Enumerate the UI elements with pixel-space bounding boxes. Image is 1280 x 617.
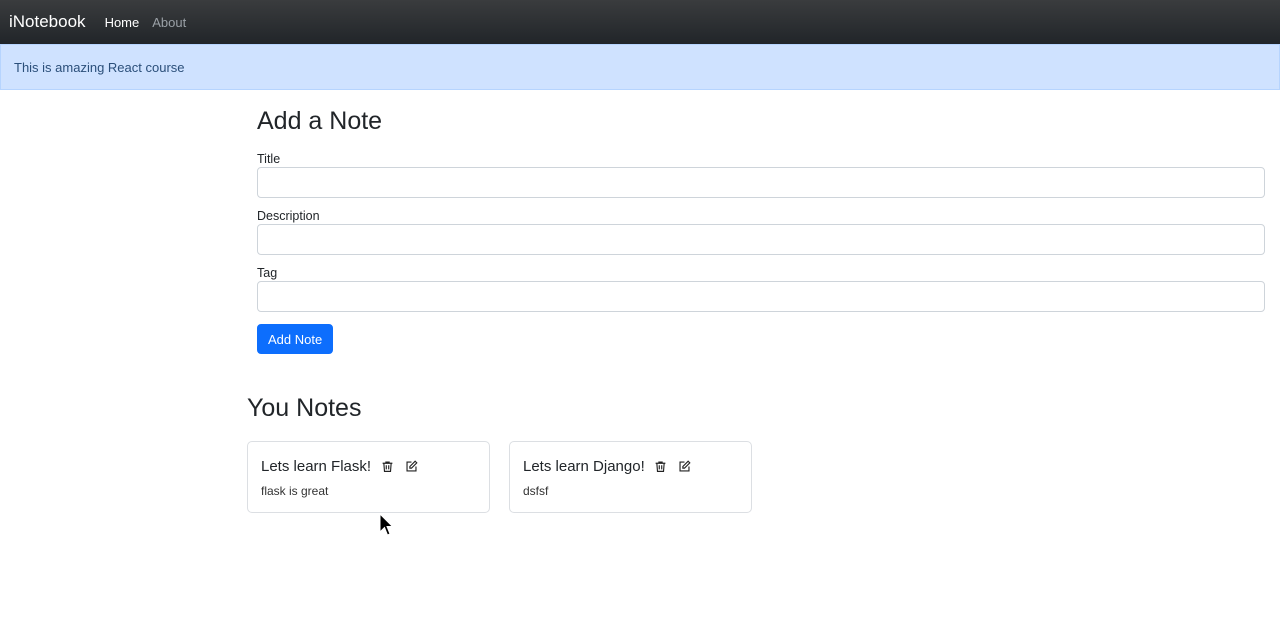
navbar: iNotebook Home About — [0, 0, 1280, 44]
notes-heading: You Notes — [247, 394, 362, 422]
mouse-cursor-icon — [379, 513, 393, 536]
title-input[interactable] — [257, 167, 1265, 198]
edit-icon[interactable] — [403, 458, 419, 474]
title-label: Title — [257, 152, 281, 166]
notes-list: Lets learn Flask! flask is great Lets le… — [247, 441, 752, 513]
note-card: Lets learn Django! dsfsf — [509, 441, 752, 513]
tag-input[interactable] — [257, 281, 1265, 312]
tag-field-group: Tag — [257, 265, 1265, 312]
note-title: Lets learn Flask! — [261, 457, 372, 475]
add-note-button[interactable]: Add Note — [257, 324, 334, 354]
brand-logo[interactable]: iNotebook — [9, 12, 86, 32]
add-note-form: Add a Note Title Description Tag Add Not… — [257, 100, 1265, 354]
alert-message: This is amazing React course — [14, 59, 185, 75]
note-title: Lets learn Django! — [523, 457, 645, 475]
trash-icon[interactable] — [653, 458, 669, 474]
nav-home-link[interactable]: Home — [105, 15, 140, 30]
description-field-group: Description — [257, 208, 1265, 255]
edit-icon[interactable] — [677, 458, 693, 474]
description-label: Description — [257, 209, 320, 223]
note-description: dsfsf — [523, 484, 549, 498]
note-card: Lets learn Flask! flask is great — [247, 441, 490, 513]
title-field-group: Title — [257, 151, 1265, 198]
trash-icon[interactable] — [379, 458, 395, 474]
add-note-heading: Add a Note — [257, 107, 383, 135]
tag-label: Tag — [257, 266, 278, 280]
description-input[interactable] — [257, 224, 1265, 255]
note-description: flask is great — [261, 484, 329, 498]
note-card-header: Lets learn Flask! — [261, 456, 476, 476]
note-card-header: Lets learn Django! — [523, 456, 738, 476]
info-alert: This is amazing React course — [0, 44, 1280, 90]
nav-about-link[interactable]: About — [152, 15, 186, 30]
